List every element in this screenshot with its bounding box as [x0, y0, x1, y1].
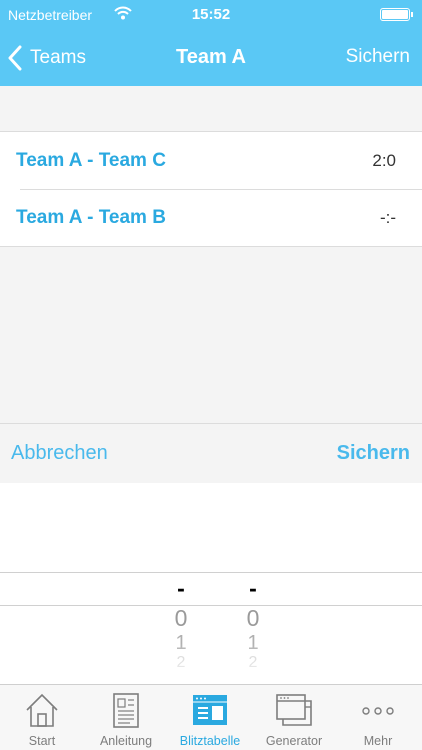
picker-divider [0, 605, 422, 606]
tab-label: Blitztabelle [179, 734, 241, 748]
tab-label: Mehr [363, 734, 393, 748]
picker-option: 0 [174, 605, 188, 631]
confirm-button[interactable]: Sichern [337, 442, 410, 465]
picker-option: - [177, 575, 185, 601]
cancel-button[interactable]: Abbrechen [11, 442, 108, 465]
match-score: -:- [379, 207, 396, 227]
status-time: 15:52 [191, 6, 231, 23]
tab-bar: Start Anleitung Blitztabelle Generator M… [0, 684, 422, 750]
picker-toolbar: Abbrechen Sichern [0, 423, 422, 483]
tab-blitztabelle[interactable]: Blitztabelle [168, 685, 252, 750]
picker-option: 2 [176, 654, 186, 671]
match-label: Team A - Team C [16, 149, 166, 171]
picker-option: - [249, 575, 257, 601]
away-score-wheel[interactable]: - 0 1 2 [238, 575, 268, 684]
match-row[interactable]: Team A - Team C 2:0 [0, 132, 422, 189]
tab-anleitung[interactable]: Anleitung [84, 685, 168, 750]
tab-label: Start [28, 734, 56, 748]
picker-option: 1 [247, 632, 259, 654]
home-score-wheel[interactable]: - 0 1 2 [166, 575, 196, 684]
tab-start[interactable]: Start [0, 685, 84, 750]
stacked-windows-icon [276, 694, 312, 726]
document-icon [113, 693, 139, 728]
picker-option: 0 [246, 605, 260, 631]
picker-fade [0, 643, 422, 684]
tab-label: Generator [265, 734, 323, 748]
navigation-bar: Teams Team A Sichern [0, 30, 422, 86]
picker-divider [0, 572, 422, 573]
tab-mehr[interactable]: Mehr [336, 685, 420, 750]
status-bar: Netzbetreiber 15:52 [0, 0, 422, 30]
tab-generator[interactable]: Generator [252, 685, 336, 750]
window-icon [193, 695, 227, 725]
score-picker: - 0 1 2 - 0 1 2 [0, 483, 422, 684]
picker-option: 2 [248, 654, 258, 671]
match-list: Team A - Team C 2:0 Team A - Team B -:- [0, 131, 422, 247]
match-score: 2:0 [372, 150, 396, 170]
match-label: Team A - Team B [16, 206, 166, 228]
match-row[interactable]: Team A - Team B -:- [0, 189, 422, 246]
house-icon [26, 693, 58, 727]
battery-icon [380, 8, 413, 21]
more-dots-icon [362, 707, 394, 715]
save-button[interactable]: Sichern [346, 46, 410, 68]
picker-option: 1 [175, 632, 187, 654]
tab-label: Anleitung [99, 734, 153, 748]
